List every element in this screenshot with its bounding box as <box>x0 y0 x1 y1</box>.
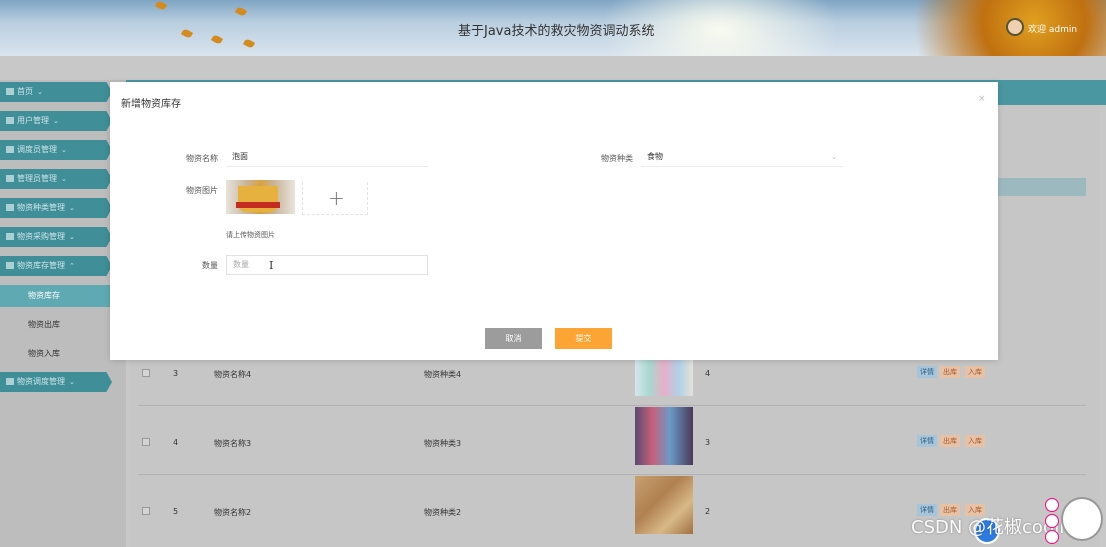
leaf-decoration <box>242 37 256 50</box>
material-name-label: 物资名称 <box>186 154 218 163</box>
row-qty: 3 <box>705 438 711 447</box>
floating-tool-icon[interactable] <box>1045 498 1059 512</box>
sidebar-item-admins[interactable]: 管理员管理 ⌄ <box>0 169 112 189</box>
floating-tool-icon[interactable] <box>1045 530 1059 544</box>
user-avatar[interactable] <box>1006 18 1024 36</box>
row-type: 物资种类3 <box>424 439 462 448</box>
chevron-down-icon: ⌄ <box>831 153 837 161</box>
row-qty: 4 <box>705 369 711 378</box>
chevron-down-icon: ⌄ <box>69 378 75 386</box>
sidebar-item-label: 物资调度管理 <box>17 377 65 386</box>
chevron-down-icon: ⌄ <box>61 146 67 154</box>
close-icon[interactable]: × <box>978 94 986 104</box>
quantity-label: 数量 <box>202 261 218 270</box>
sidebar-item-inventory[interactable]: 物资库存管理 ⌃ <box>0 256 112 276</box>
row-index: 5 <box>173 507 179 516</box>
sidebar-item-label: 管理员管理 <box>17 174 57 183</box>
row-checkbox[interactable] <box>142 507 150 515</box>
sidebar-item-label: 调度员管理 <box>17 145 57 154</box>
sidebar-item-label: 首页 <box>17 87 33 96</box>
row-name: 物资名称2 <box>214 508 252 517</box>
add-inventory-dialog: 新增物资库存 × 物资名称 泡面 物资种类 食物 ⌄ 物资图片 + 请上传物资图片… <box>110 82 998 360</box>
text-cursor-icon: I <box>269 259 274 272</box>
material-type-select[interactable]: 食物 ⌄ <box>641 148 843 167</box>
folder-icon <box>6 233 14 240</box>
sidebar-item-label: 物资种类管理 <box>17 203 65 212</box>
folder-icon <box>6 204 14 211</box>
row-checkbox[interactable] <box>142 369 150 377</box>
leaf-decoration <box>180 27 194 40</box>
sidebar-item-dispatchers[interactable]: 调度员管理 ⌄ <box>0 140 112 160</box>
table-row: 4 物资名称3 物资种类3 3 详情 出库 入库 <box>138 405 1086 475</box>
outbound-button[interactable]: 出库 <box>940 435 960 447</box>
material-name-input[interactable]: 泡面 <box>226 148 428 167</box>
noodle-cup-band <box>236 202 280 208</box>
sidebar-subitem-inbound[interactable]: 物资入库 <box>0 343 112 365</box>
chevron-down-icon: ⌄ <box>61 175 67 183</box>
chevron-down-icon: ⌄ <box>69 204 75 212</box>
photo-upload-button[interactable]: + <box>302 182 368 215</box>
detail-button[interactable]: 详情 <box>917 366 937 378</box>
submit-button[interactable]: 提交 <box>555 328 612 349</box>
inbound-button[interactable]: 入库 <box>965 366 985 378</box>
leaf-decoration <box>210 33 224 46</box>
plus-icon: + <box>328 186 345 210</box>
folder-icon <box>6 262 14 269</box>
row-name: 物资名称3 <box>214 439 252 448</box>
sidebar-subitem-inventory[interactable]: 物资库存 <box>0 285 112 307</box>
material-type-label: 物资种类 <box>601 154 633 163</box>
chevron-down-icon: ⌄ <box>69 233 75 241</box>
folder-icon <box>6 146 14 153</box>
row-name: 物资名称4 <box>214 370 252 379</box>
chevron-up-icon: ⌃ <box>69 262 75 270</box>
material-type-value: 食物 <box>647 152 663 161</box>
row-checkbox[interactable] <box>142 438 150 446</box>
inbound-button[interactable]: 入库 <box>965 435 985 447</box>
sidebar-item-label: 物资库存管理 <box>17 261 65 270</box>
app-header: 基于Java技术的救灾物资调动系统 欢迎 admin <box>0 0 1106 56</box>
material-photo-thumbnail[interactable] <box>226 180 295 214</box>
quantity-input[interactable]: 数量 <box>226 255 428 275</box>
leaf-decoration <box>234 5 248 18</box>
mascot-icon[interactable] <box>1061 497 1103 541</box>
row-index: 4 <box>173 438 179 447</box>
outbound-button[interactable]: 出库 <box>940 366 960 378</box>
home-icon <box>6 88 14 95</box>
leaf-decoration <box>154 0 168 12</box>
folder-icon <box>6 175 14 182</box>
dialog-title: 新增物资库存 <box>121 99 181 110</box>
sidebar-item-label: 用户管理 <box>17 116 49 125</box>
chevron-down-icon: ⌄ <box>53 117 59 125</box>
row-qty: 2 <box>705 507 711 516</box>
detail-button[interactable]: 详情 <box>917 435 937 447</box>
sidebar-subitem-outbound[interactable]: 物资出库 <box>0 314 112 336</box>
sidebar-item-label: 物资采购管理 <box>17 232 65 241</box>
user-name[interactable]: 欢迎 admin <box>1028 22 1077 35</box>
sidebar-item-home[interactable]: 首页 ⌄ <box>0 82 112 102</box>
sidebar-item-users[interactable]: 用户管理 ⌄ <box>0 111 112 131</box>
row-type: 物资种类2 <box>424 508 462 517</box>
row-index: 3 <box>173 369 179 378</box>
chevron-down-icon: ⌄ <box>37 88 43 96</box>
material-photo-label: 物资图片 <box>186 186 218 195</box>
sidebar-item-purchases[interactable]: 物资采购管理 ⌄ <box>0 227 112 247</box>
row-image <box>635 476 693 534</box>
folder-icon <box>6 378 14 385</box>
user-icon <box>6 117 14 124</box>
row-type: 物资种类4 <box>424 370 462 379</box>
noodle-cup-shape <box>238 186 278 212</box>
app-title: 基于Java技术的救灾物资调动系统 <box>458 24 655 39</box>
cancel-button[interactable]: 取消 <box>485 328 542 349</box>
sidebar-item-dispatch[interactable]: 物资调度管理 ⌄ <box>0 372 112 392</box>
sidebar-item-material-types[interactable]: 物资种类管理 ⌄ <box>0 198 112 218</box>
row-image <box>635 407 693 465</box>
upload-hint: 请上传物资图片 <box>226 231 275 239</box>
floating-tool-icon[interactable] <box>1045 514 1059 528</box>
